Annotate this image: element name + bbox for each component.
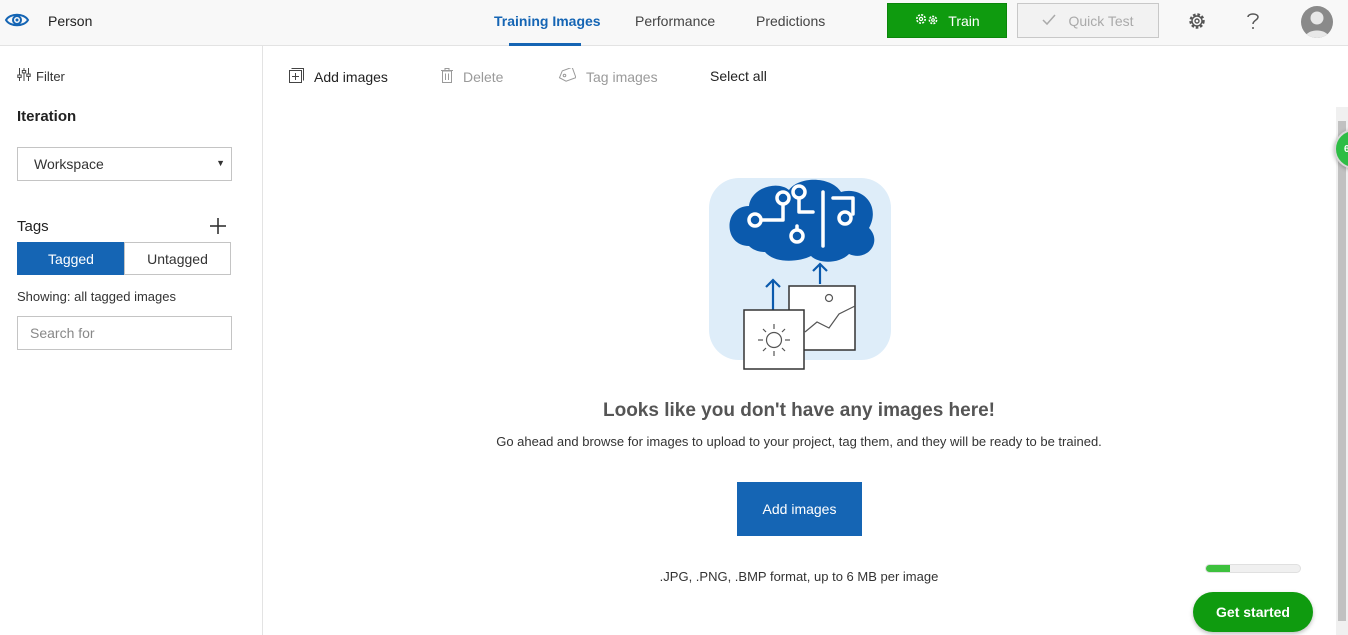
showing-status: Showing: all tagged images bbox=[17, 289, 176, 304]
iteration-heading: Iteration bbox=[17, 108, 77, 125]
tagged-toggle[interactable]: Tagged bbox=[17, 242, 125, 275]
delete-label: Delete bbox=[463, 69, 504, 85]
tag-icon bbox=[558, 66, 577, 85]
iteration-selected-value: Workspace bbox=[34, 156, 104, 172]
search-input[interactable] bbox=[17, 316, 232, 350]
get-started-button[interactable]: Get started bbox=[1193, 592, 1313, 632]
tag-images-label: Tag images bbox=[586, 68, 658, 85]
train-button[interactable]: Train bbox=[887, 3, 1007, 38]
scrollbar-thumb[interactable] bbox=[1338, 121, 1346, 621]
quick-test-button[interactable]: Quick Test bbox=[1017, 3, 1159, 38]
format-note: .JPG, .PNG, .BMP format, up to 6 MB per … bbox=[659, 569, 939, 584]
project-name: Person bbox=[48, 13, 93, 29]
settings-icon[interactable] bbox=[1186, 10, 1208, 32]
left-panel: Filter Iteration Workspace ▼ Tags Tagged… bbox=[0, 46, 263, 635]
eye-logo-icon[interactable] bbox=[4, 9, 30, 31]
help-icon[interactable] bbox=[1242, 10, 1264, 32]
progress-fill bbox=[1206, 565, 1230, 572]
filter-sliders-icon bbox=[17, 68, 31, 84]
untagged-toggle[interactable]: Untagged bbox=[124, 242, 231, 275]
select-all-button[interactable]: Select all bbox=[710, 68, 767, 84]
add-image-icon bbox=[289, 68, 304, 86]
top-bar: Person Training Images Performance Predi… bbox=[0, 0, 1348, 46]
delete-toolbar-button[interactable]: Delete bbox=[441, 68, 503, 86]
quick-test-label: Quick Test bbox=[1068, 12, 1134, 29]
filter-button[interactable]: Filter bbox=[17, 68, 65, 84]
tag-images-toolbar-button[interactable]: Tag images bbox=[558, 66, 658, 85]
add-tag-icon[interactable] bbox=[208, 216, 228, 236]
train-label: Train bbox=[948, 12, 980, 29]
empty-state-illustration bbox=[703, 172, 897, 374]
select-all-label: Select all bbox=[710, 68, 767, 84]
add-images-toolbar-button[interactable]: Add images bbox=[289, 68, 388, 86]
iteration-dropdown[interactable]: Workspace ▼ bbox=[17, 147, 232, 181]
active-tab-indicator bbox=[509, 43, 581, 46]
vertical-scrollbar[interactable] bbox=[1336, 107, 1348, 635]
empty-state-title: Looks like you don't have any images her… bbox=[602, 400, 996, 421]
filter-label: Filter bbox=[36, 68, 65, 84]
chevron-down-icon: ▼ bbox=[216, 158, 225, 168]
add-images-button[interactable]: Add images bbox=[737, 482, 862, 536]
onboarding-progress-bar bbox=[1205, 564, 1301, 573]
empty-state-description: Go ahead and browse for images to upload… bbox=[496, 434, 1102, 449]
tags-heading: Tags bbox=[17, 218, 49, 235]
tab-predictions[interactable]: Predictions bbox=[756, 13, 825, 29]
trash-icon bbox=[441, 68, 453, 86]
gears-icon bbox=[914, 12, 940, 29]
checkmark-icon bbox=[1042, 13, 1056, 29]
tab-performance[interactable]: Performance bbox=[635, 13, 715, 29]
user-avatar[interactable] bbox=[1301, 6, 1333, 38]
tab-training-images[interactable]: Training Images bbox=[494, 13, 601, 29]
add-images-label: Add images bbox=[314, 69, 388, 85]
